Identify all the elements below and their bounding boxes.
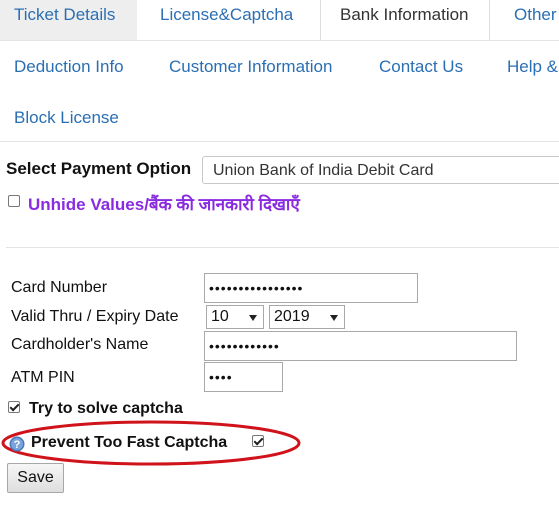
expiry-year-select[interactable]: 2019 bbox=[269, 305, 345, 329]
expiry-date-label: Valid Thru / Expiry Date bbox=[11, 308, 179, 325]
payment-option-label: Select Payment Option bbox=[6, 159, 192, 178]
prevent-fast-captcha-label: Prevent Too Fast Captcha bbox=[31, 434, 228, 451]
tab-row-3: Block License bbox=[0, 103, 559, 133]
save-button[interactable]: Save bbox=[7, 463, 64, 493]
tab-contact-us[interactable]: Contact Us bbox=[379, 52, 463, 92]
info-icon: ? bbox=[9, 436, 25, 452]
atm-pin-label: ATM PIN bbox=[11, 369, 75, 386]
section-divider bbox=[6, 247, 559, 248]
unhide-values-checkbox[interactable] bbox=[8, 195, 20, 207]
cardholder-name-label: Cardholder's Name bbox=[11, 336, 149, 353]
tab-row-1: Ticket Details License&Captcha Bank Info… bbox=[0, 0, 559, 40]
payment-option-select[interactable]: Union Bank of India Debit Card bbox=[202, 156, 559, 184]
tab-bank-information[interactable]: Bank Information bbox=[320, 0, 490, 40]
tab-deduction-info[interactable]: Deduction Info bbox=[14, 52, 124, 92]
try-solve-captcha-checkbox[interactable] bbox=[8, 401, 20, 413]
tab-license-captcha[interactable]: License&Captcha bbox=[160, 0, 293, 40]
unhide-values-label[interactable]: Unhide Values/बैंक की जानकारी दिखाएँ bbox=[28, 192, 300, 215]
expiry-month-value: 10 bbox=[211, 308, 229, 325]
chevron-down-icon bbox=[330, 315, 338, 321]
expiry-year-value: 2019 bbox=[274, 308, 310, 325]
tab-block-license[interactable]: Block License bbox=[14, 103, 119, 143]
atm-pin-field[interactable]: •••• bbox=[204, 362, 283, 392]
tab-row-1-border bbox=[0, 40, 559, 41]
tab-row-2: Deduction Info Customer Information Cont… bbox=[0, 52, 559, 82]
try-solve-captcha-label[interactable]: Try to solve captcha bbox=[29, 400, 183, 418]
tab-help[interactable]: Help & bbox=[507, 52, 558, 92]
tab-other[interactable]: Other bbox=[514, 0, 557, 40]
tab-area-border bbox=[0, 141, 559, 142]
svg-text:?: ? bbox=[14, 439, 21, 451]
card-number-field[interactable]: •••••••••••••••• bbox=[204, 273, 418, 303]
card-number-label: Card Number bbox=[11, 279, 108, 296]
cardholder-name-field[interactable]: •••••••••••• bbox=[204, 331, 517, 361]
chevron-down-icon bbox=[249, 315, 257, 321]
expiry-month-select[interactable]: 10 bbox=[206, 305, 264, 329]
tab-ticket-details[interactable]: Ticket Details bbox=[0, 0, 137, 40]
prevent-fast-captcha-checkbox[interactable] bbox=[252, 435, 264, 447]
tab-customer-information[interactable]: Customer Information bbox=[169, 52, 332, 92]
